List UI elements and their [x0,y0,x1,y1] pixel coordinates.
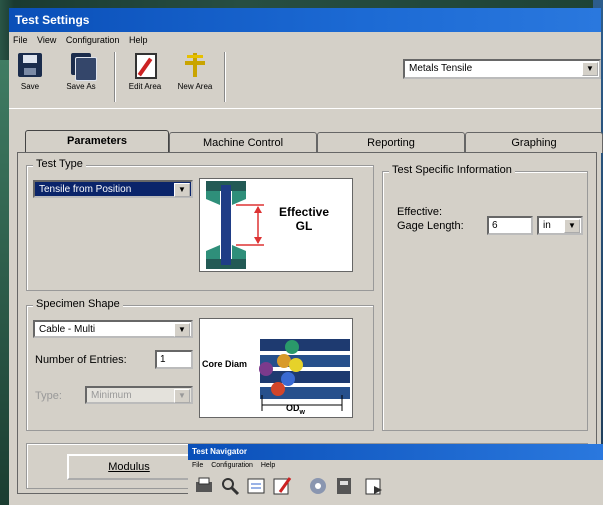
type-select: Minimum ▼ [85,386,193,404]
edit-area-icon [133,53,157,79]
chevron-down-icon[interactable]: ▼ [174,183,190,197]
test-type-select[interactable]: Tensile from Position ▼ [33,180,193,198]
tab-machine-control[interactable]: Machine Control [169,132,317,153]
gage-unit-value: in [543,220,551,231]
od-subscript: w [299,408,305,416]
navigator-menu-configuration[interactable]: Configuration [211,462,253,469]
test-settings-window: Test Settings File View Configuration He… [9,8,603,505]
chevron-down-icon[interactable]: ▼ [174,323,190,337]
toolbar-separator [224,52,226,102]
test-run-icon[interactable] [308,476,328,496]
menu-help[interactable]: Help [129,35,148,45]
results-icon[interactable] [334,476,354,496]
menu-bar: File View Configuration Help [9,32,601,48]
navigator-title: Test Navigator [188,444,603,460]
specimen-shape-select[interactable]: Cable - Multi ▼ [33,320,193,338]
modulus-button[interactable]: Modulus [67,454,191,480]
edit-icon[interactable] [272,476,292,496]
parameters-panel: Test Type Tensile from Position ▼ Effect… [17,152,597,494]
core-diam-label: Core Diam [202,359,248,369]
printer-icon[interactable] [194,476,214,496]
cable-diagram: Core Diam ODw [199,318,353,418]
gage-length-label: Gage Length: [397,220,464,232]
test-method-value: Metals Tensile [409,63,473,74]
entries-label: Number of Entries: [35,354,127,366]
magnifier-icon[interactable] [220,476,240,496]
specimen-shape-value: Cable - Multi [39,324,96,335]
chevron-down-icon[interactable]: ▼ [582,62,598,76]
toolbar-separator [114,52,116,102]
effective-label: Effective: [397,206,443,218]
diagram-gl-label: GL [295,219,313,233]
tab-reporting[interactable]: Reporting [317,132,465,153]
gauge-length-diagram: Effective GL [199,178,353,272]
test-type-value: Tensile from Position [39,184,132,195]
menu-file[interactable]: File [13,35,28,45]
save-label: Save [20,82,40,91]
diagram-effective-label: Effective [278,205,330,219]
edit-area-button[interactable]: Edit Area [121,50,169,91]
menu-configuration[interactable]: Configuration [66,35,120,45]
chevron-down-icon: ▼ [174,389,190,403]
specimen-shape-legend: Specimen Shape [33,298,123,310]
chevron-down-icon[interactable]: ▼ [564,219,580,233]
menu-view[interactable]: View [37,35,56,45]
tab-strip: Parameters Machine Control Reporting Gra… [17,130,603,155]
toolbar: Save Save As Edit Area New Area Metals T… [9,48,601,109]
new-area-icon [183,53,207,77]
save-as-icon [69,53,97,81]
gage-length-input[interactable]: 6 [487,216,533,235]
new-area-button[interactable]: New Area [171,50,219,91]
floppy-disk-icon [18,53,42,77]
window-title: Test Settings [9,8,601,32]
navigator-menu-file[interactable]: File [192,462,203,469]
test-info-group: Test Specific Information Effective: Gag… [382,164,588,431]
report-icon[interactable] [246,476,266,496]
test-navigator-window: Test Navigator File Configuration Help [188,444,603,505]
specimen-shape-group: Specimen Shape Cable - Multi ▼ Number of… [26,298,374,431]
test-type-legend: Test Type [33,158,86,170]
save-as-label: Save As [66,82,96,91]
type-value: Minimum [91,390,132,401]
test-method-select[interactable]: Metals Tensile ▼ [403,59,601,79]
entries-input[interactable]: 1 [155,350,193,369]
export-icon[interactable] [364,476,384,496]
new-area-label: New Area [177,82,213,91]
od-label: ODw [286,403,305,416]
test-info-legend: Test Specific Information [389,164,515,176]
gage-unit-select[interactable]: in ▼ [537,216,583,235]
tab-graphing[interactable]: Graphing [465,132,603,153]
test-type-group: Test Type Tensile from Position ▼ Effect… [26,158,374,291]
navigator-menu-help[interactable]: Help [261,462,275,469]
save-as-button[interactable]: Save As [61,50,101,91]
od-text: OD [286,403,300,413]
type-label: Type: [35,390,62,402]
navigator-menu-bar: File Configuration Help [188,460,603,472]
edit-area-label: Edit Area [128,82,162,91]
save-button[interactable]: Save [15,50,45,91]
